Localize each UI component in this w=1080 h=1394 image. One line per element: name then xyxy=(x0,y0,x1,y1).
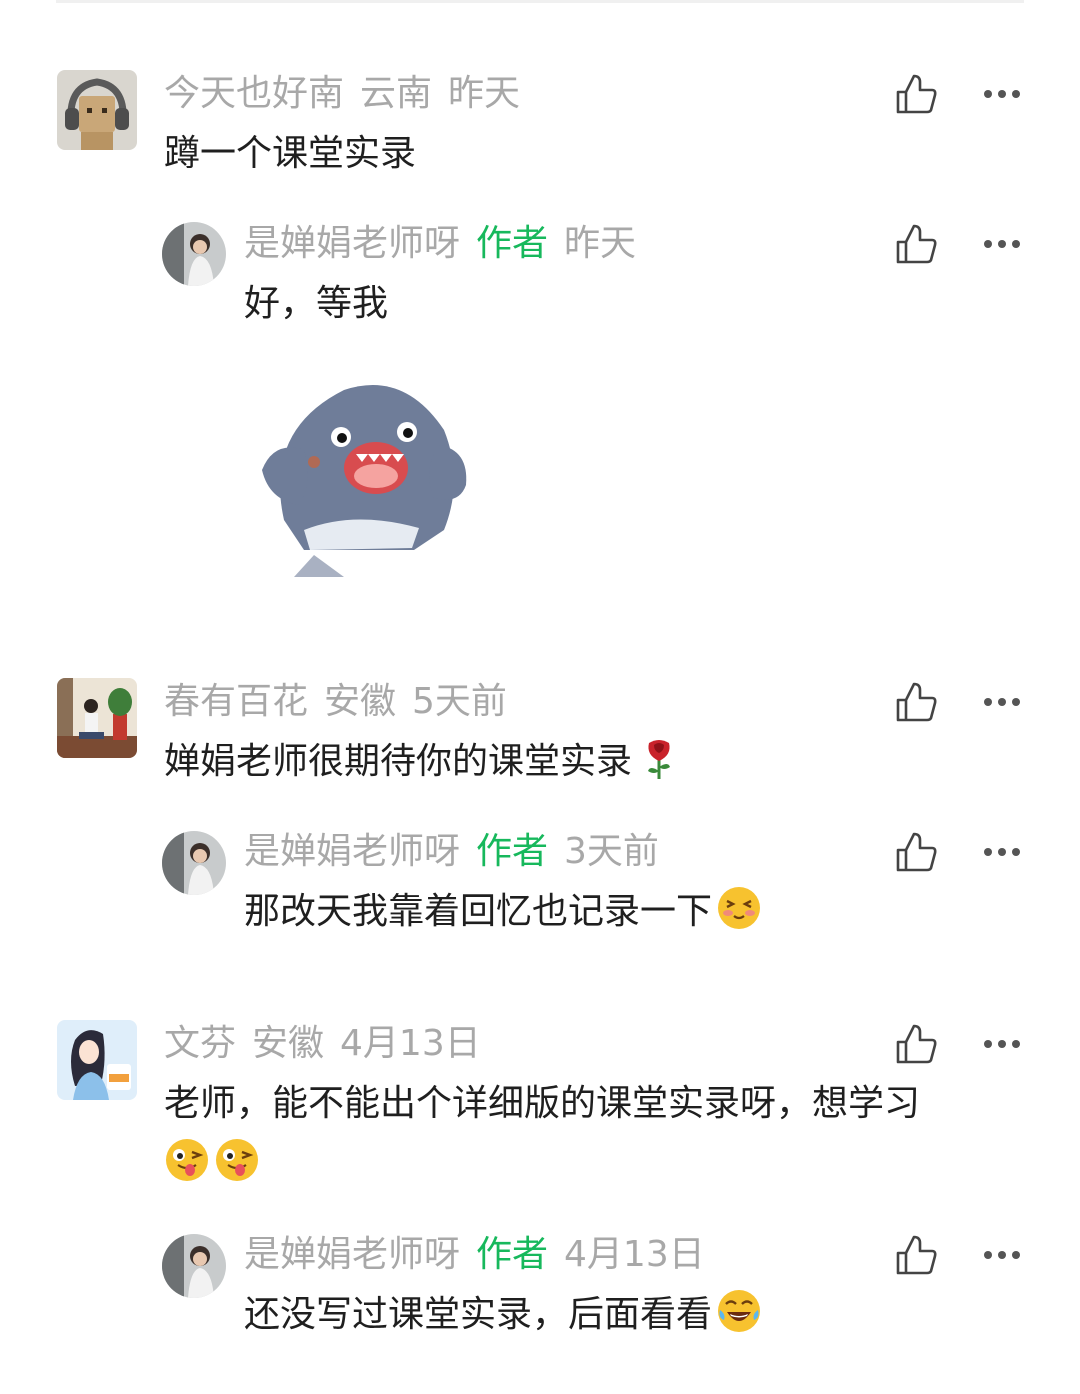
rose-icon xyxy=(648,740,671,779)
more-dots-icon[interactable] xyxy=(982,238,1022,250)
thumbs-up-icon[interactable] xyxy=(894,72,938,116)
commenter-name[interactable]: 春有百花 xyxy=(164,681,308,722)
author-tag: 作者 xyxy=(476,223,549,264)
comment-text: 婵娟老师很期待你的课堂实录 xyxy=(164,734,682,790)
shark-sticker-image[interactable] xyxy=(244,370,480,582)
laughing-tears-face-icon xyxy=(718,1290,761,1332)
comment-text: 蹲一个课堂实录 xyxy=(164,133,417,174)
wink-tongue-face-icon xyxy=(166,1139,208,1181)
avatar[interactable] xyxy=(162,222,226,286)
reply-time: 4月13日 xyxy=(564,1234,705,1275)
commenter-location: 云南 xyxy=(360,73,433,114)
more-dots-icon[interactable] xyxy=(982,846,1022,858)
replier-name[interactable]: 是婵娟老师呀 xyxy=(244,223,460,264)
avatar[interactable] xyxy=(57,678,137,758)
more-dots-icon[interactable] xyxy=(982,1249,1022,1261)
author-tag: 作者 xyxy=(476,1234,549,1275)
replier-name[interactable]: 是婵娟老师呀 xyxy=(244,831,460,872)
reply-text: 还没写过课堂实录，后面看看 xyxy=(244,1287,762,1343)
more-dots-icon[interactable] xyxy=(982,88,1022,100)
shy-face-icon xyxy=(718,887,761,929)
comment-meta: 春有百花 安徽 5天前 xyxy=(164,678,523,726)
author-tag: 作者 xyxy=(476,831,549,872)
thumbs-up-icon[interactable] xyxy=(894,830,938,874)
comment-meta: 今天也好南 云南 昨天 xyxy=(164,70,536,118)
reply-text-content: 那改天我靠着回忆也记录一下 xyxy=(244,891,713,932)
avatar[interactable] xyxy=(162,1234,226,1298)
reply-time: 3天前 xyxy=(564,831,659,872)
thumbs-up-icon[interactable] xyxy=(894,1022,938,1066)
replier-name[interactable]: 是婵娟老师呀 xyxy=(244,1234,460,1275)
reply-meta: 是婵娟老师呀 作者 3天前 xyxy=(244,828,675,876)
reply-time: 昨天 xyxy=(564,223,637,264)
commenter-location: 安徽 xyxy=(324,681,397,722)
commenter-name[interactable]: 今天也好南 xyxy=(164,73,344,114)
comment-text-content: 婵娟老师很期待你的课堂实录 xyxy=(164,741,633,782)
comment-time: 4月13日 xyxy=(340,1023,481,1064)
thumbs-up-icon[interactable] xyxy=(894,680,938,724)
comment-meta: 文芬 安徽 4月13日 xyxy=(164,1020,497,1068)
reply-text-content: 还没写过课堂实录，后面看看 xyxy=(244,1294,713,1335)
wink-tongue-face-icon xyxy=(216,1139,258,1181)
reply-text: 那改天我靠着回忆也记录一下 xyxy=(244,884,762,940)
commenter-location: 安徽 xyxy=(252,1023,325,1064)
comment-emoji-row xyxy=(164,1136,260,1192)
comment-time: 昨天 xyxy=(448,73,521,114)
comment-time: 5天前 xyxy=(412,681,507,722)
top-divider xyxy=(56,0,1024,3)
avatar[interactable] xyxy=(162,831,226,895)
avatar[interactable] xyxy=(57,1020,137,1100)
reply-meta: 是婵娟老师呀 作者 4月13日 xyxy=(244,1231,721,1279)
thumbs-up-icon[interactable] xyxy=(894,222,938,266)
thumbs-up-icon[interactable] xyxy=(894,1233,938,1277)
reply-text: 好，等我 xyxy=(244,283,389,324)
more-dots-icon[interactable] xyxy=(982,696,1022,708)
commenter-name[interactable]: 文芬 xyxy=(164,1023,236,1064)
comment-text: 老师，能不能出个详细版的课堂实录呀，想学习 xyxy=(164,1083,921,1124)
more-dots-icon[interactable] xyxy=(982,1038,1022,1050)
avatar[interactable] xyxy=(57,70,137,150)
reply-meta: 是婵娟老师呀 作者 昨天 xyxy=(244,220,652,268)
